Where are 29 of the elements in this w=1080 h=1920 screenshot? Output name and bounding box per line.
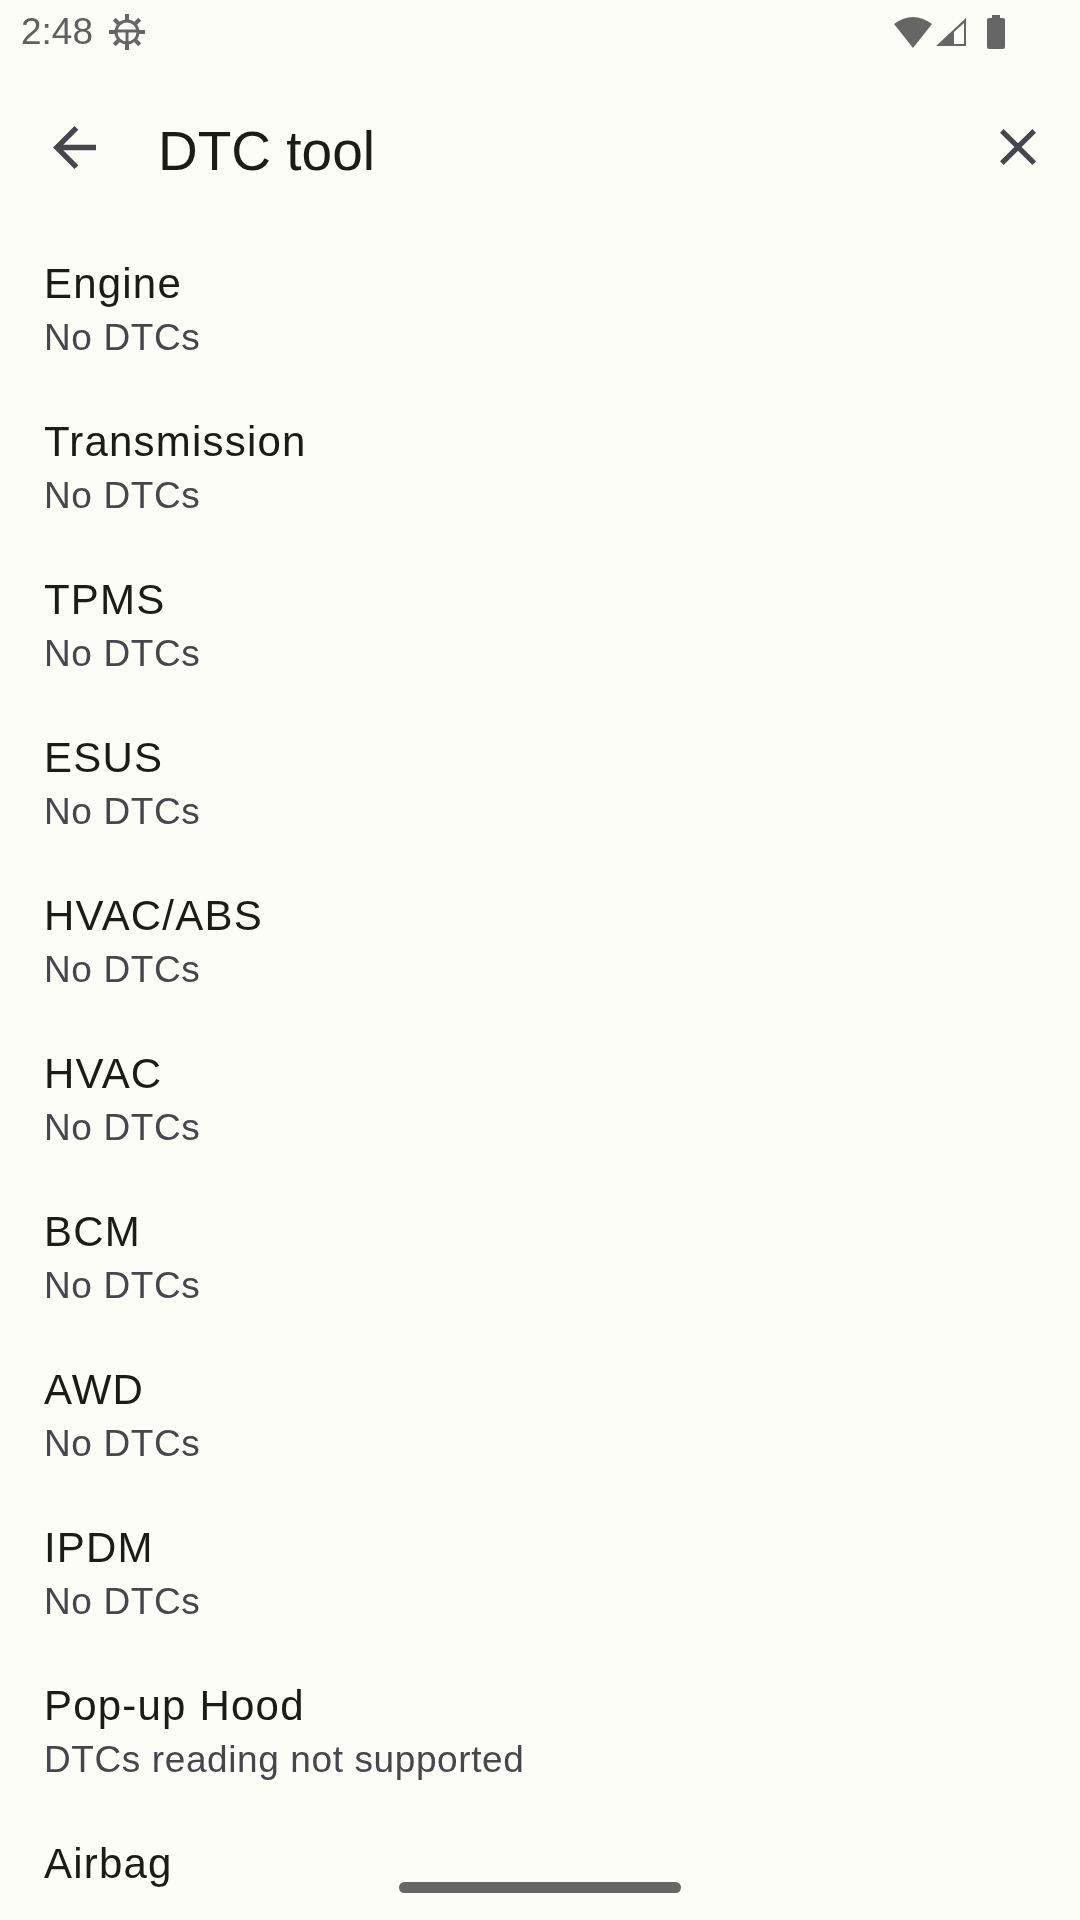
dtc-status: No DTCs bbox=[44, 632, 201, 676]
battery-icon bbox=[987, 14, 1005, 49]
close-icon bbox=[1000, 129, 1036, 165]
back-arrow-icon bbox=[52, 125, 96, 169]
module-name: HVAC bbox=[44, 1049, 163, 1099]
screen-title: DTC tool bbox=[158, 119, 376, 184]
module-name: AWD bbox=[44, 1365, 145, 1415]
dtc-status: No DTCs bbox=[44, 316, 201, 360]
dtc-status: No DTCs bbox=[44, 474, 201, 518]
dtc-status: No DTCs bbox=[44, 948, 201, 992]
module-name: IPDM bbox=[44, 1523, 154, 1573]
module-name: Transmission bbox=[44, 417, 307, 467]
module-name: HVAC/ABS bbox=[44, 891, 263, 941]
dtc-status: No DTCs bbox=[44, 1106, 201, 1150]
dtc-status: No DTCs bbox=[44, 1422, 201, 1466]
dtc-status: No DTCs bbox=[44, 1264, 201, 1308]
dtc-status: No DTCs bbox=[44, 1580, 201, 1624]
dtc-status: DTCs reading not supported bbox=[44, 1738, 525, 1782]
module-name: Airbag bbox=[44, 1839, 173, 1889]
wifi-icon bbox=[894, 15, 932, 48]
dtc-status: No DTCs bbox=[44, 790, 201, 834]
signal-icon bbox=[935, 16, 967, 47]
status-time: 2:48 bbox=[21, 11, 93, 52]
module-name: Pop-up Hood bbox=[44, 1681, 305, 1731]
module-name: ESUS bbox=[44, 733, 164, 783]
module-name: TPMS bbox=[44, 575, 166, 625]
module-name: BCM bbox=[44, 1207, 141, 1257]
gear-icon bbox=[109, 13, 145, 50]
module-name: Engine bbox=[44, 259, 182, 309]
